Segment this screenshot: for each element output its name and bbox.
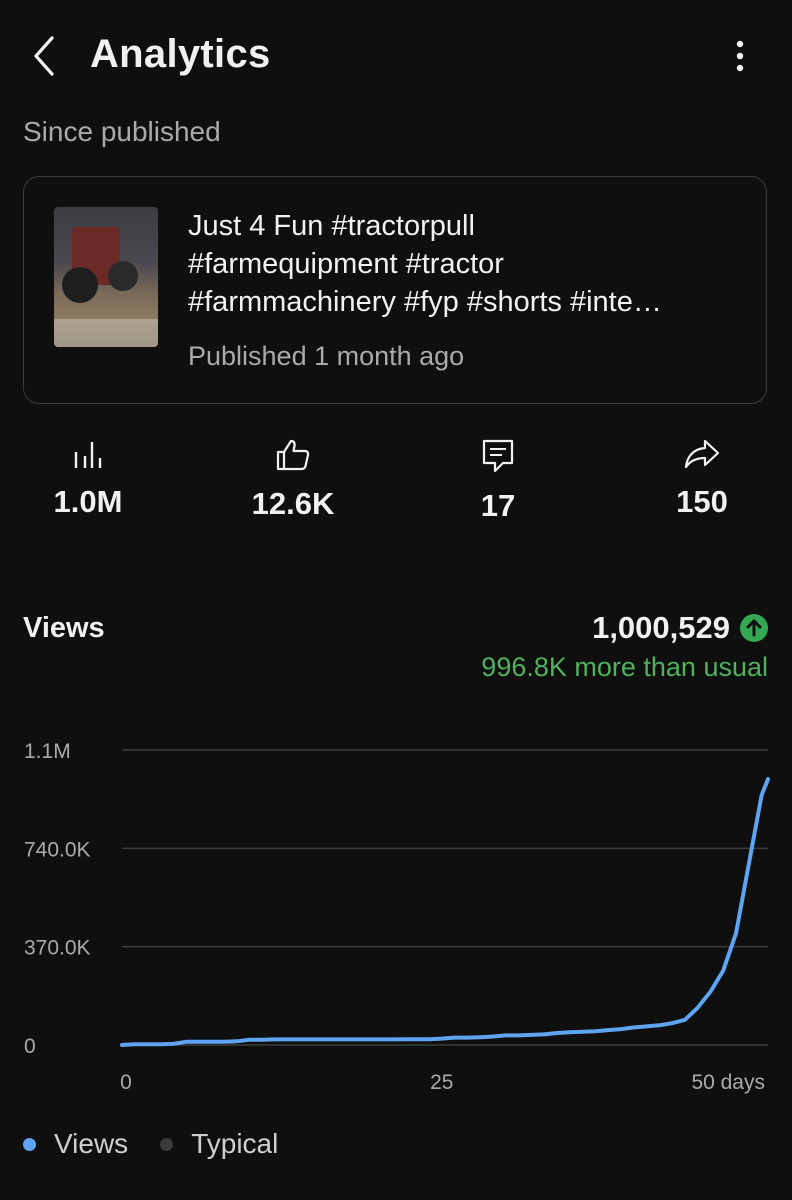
video-card[interactable]: Just 4 Fun #tractorpull #farmequipment #…: [23, 176, 767, 404]
legend-label-typical: Typical: [191, 1128, 279, 1159]
views-total: 1,000,529: [592, 610, 768, 646]
page-title: Analytics: [90, 32, 271, 76]
y-tick-label: 740.0K: [24, 838, 91, 861]
arrow-up-icon: [740, 614, 768, 642]
x-tick-label: 50 days: [691, 1071, 765, 1094]
video-thumbnail[interactable]: [54, 207, 158, 347]
legend-dot-typical: [160, 1137, 174, 1151]
chart-legend: Views Typical: [23, 1128, 310, 1160]
x-tick-label: 0: [120, 1071, 132, 1094]
legend-label-views: Views: [54, 1128, 129, 1159]
published-date: Published 1 month ago: [188, 341, 465, 371]
y-tick-label: 1.1M: [24, 740, 71, 763]
legend-dot-views: [23, 1137, 36, 1151]
views-line-chart[interactable]: 0 370.0K 740.0K 1.1M 0 25 50 days: [0, 720, 792, 1100]
video-title-line: #farmequipment #tractor: [188, 248, 504, 280]
share-icon: [684, 439, 720, 469]
stat-shares-value: 150: [676, 484, 728, 519]
x-tick-label: 25: [430, 1071, 453, 1094]
video-title-line: Just 4 Fun #tractorpull: [188, 210, 475, 242]
comment-icon: [482, 439, 514, 473]
stat-views-value: 1.0M: [53, 484, 123, 519]
legend-item-typical[interactable]: Typical: [160, 1128, 278, 1160]
views-comparison: 996.8K more than usual: [481, 652, 768, 682]
y-tick-label: 370.0K: [24, 937, 91, 960]
bar-chart-icon: [74, 442, 102, 468]
video-title-line: #farmmachinery #fyp #shorts #inte…: [188, 286, 662, 318]
stat-likes[interactable]: 12.6K: [213, 438, 373, 538]
y-tick-label: 0: [24, 1035, 36, 1058]
more-options-icon[interactable]: [722, 36, 758, 76]
stat-comments[interactable]: 17: [418, 438, 578, 538]
stat-views[interactable]: 1.0M: [8, 438, 168, 538]
since-published-label: Since published: [23, 116, 221, 147]
video-title: Just 4 Fun #tractorpull #farmequipment #…: [188, 207, 748, 321]
legend-item-views[interactable]: Views: [23, 1128, 128, 1160]
series-line-views: [120, 777, 770, 1047]
views-section-title: Views: [23, 612, 105, 644]
views-total-value: 1,000,529: [592, 610, 730, 645]
thumbs-up-icon: [276, 439, 310, 471]
stat-comments-value: 17: [480, 488, 516, 523]
back-icon[interactable]: [28, 34, 62, 78]
app-header: Analytics: [0, 0, 792, 110]
stat-likes-value: 12.6K: [251, 486, 335, 521]
stat-shares[interactable]: 150: [622, 438, 782, 538]
